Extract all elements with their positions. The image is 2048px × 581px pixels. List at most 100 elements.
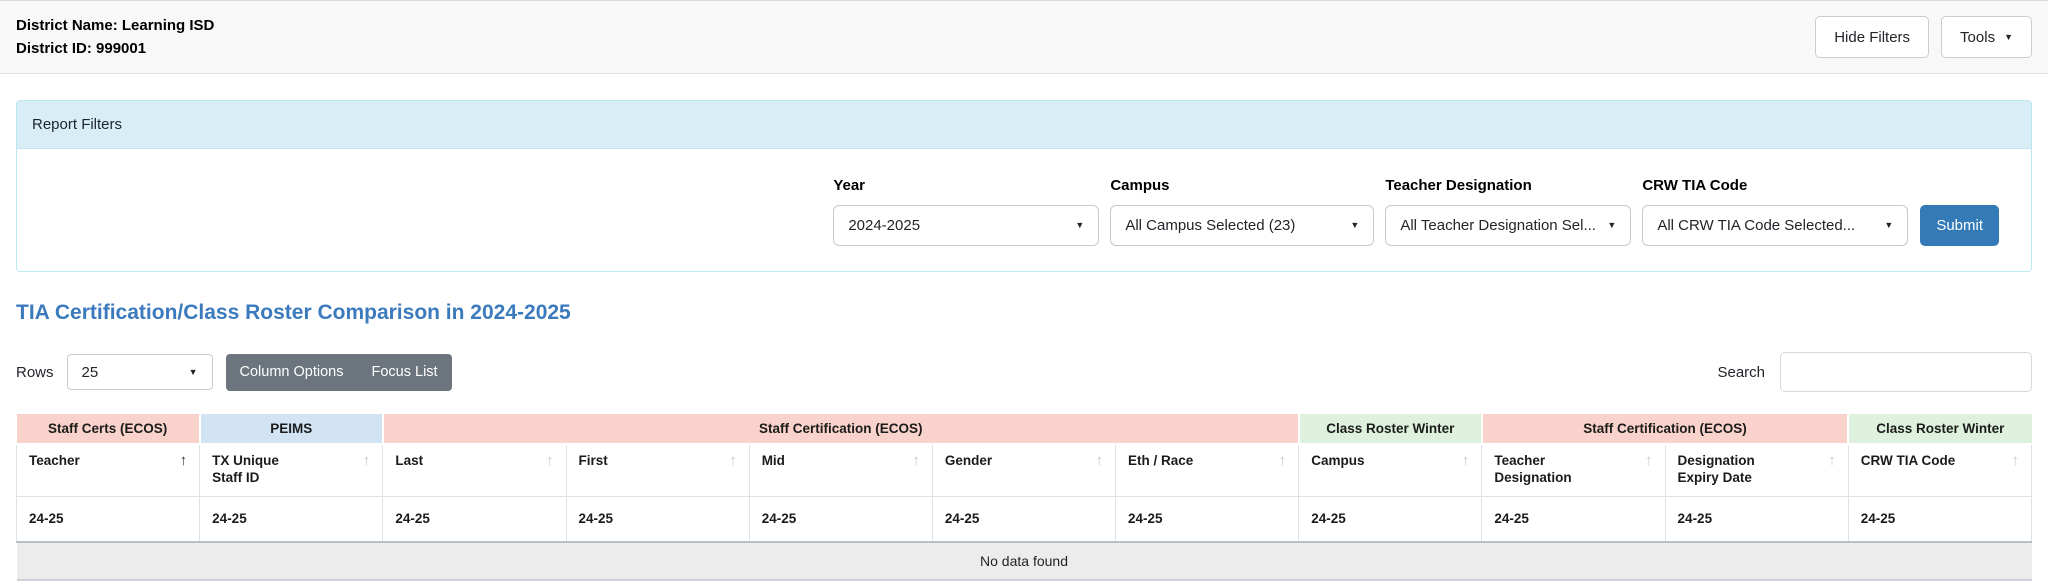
year-filter-group: Year 2024-2025 ▼: [833, 177, 1100, 246]
focus-list-button[interactable]: Focus List: [357, 354, 451, 391]
comparison-table: Staff Certs (ECOS) PEIMS Staff Certificati…: [15, 414, 2033, 581]
column-label: CRW TIA Code: [1860, 453, 1956, 468]
report-title: TIA Certification/Class Roster Compariso…: [16, 301, 571, 324]
year-filter-cell-teacher-designation: 24-25: [1481, 496, 1666, 542]
main-content: Report Filters Year 2024-2025 ▼ Campus All C…: [0, 100, 2048, 581]
toolbar-right: Search: [1717, 352, 2032, 392]
column-label: Designation Expiry Date: [1677, 453, 1755, 485]
campus-selected-value: All Campus Selected (23): [1125, 217, 1296, 234]
year-filter-cell-first: 24-25: [566, 496, 750, 542]
group-header-row: Staff Certs (ECOS) PEIMS Staff Certificati…: [16, 414, 2032, 445]
district-id: District ID: 999001: [16, 40, 147, 57]
column-label: Teacher: [29, 453, 80, 468]
year-select[interactable]: 2024-2025 ▼: [833, 205, 1100, 246]
column-label: Campus: [1311, 453, 1365, 468]
district-name: District Name: Learning ISD: [16, 17, 215, 34]
group-header-staff-certification-ecos: Staff Certification (ECOS): [381, 414, 1299, 445]
year-filter-cell-campus: 24-25: [1298, 496, 1483, 542]
group-header-staff-certification-ecos: Staff Certification (ECOS): [1480, 414, 1849, 445]
column-header-campus[interactable]: Campus ↑: [1298, 444, 1483, 497]
sort-ascending-icon: ↑: [362, 452, 371, 469]
group-header-staff-certs-ecos: Staff Certs (ECOS): [16, 414, 200, 445]
crw-tia-code-selected-value: All CRW TIA Code Selected...: [1657, 217, 1856, 234]
rows-per-page-select[interactable]: 25 ▼: [66, 354, 213, 390]
sort-ascending-icon: ↑: [1645, 452, 1653, 469]
year-filter-cell-designation-expiry-date: 24-25: [1665, 496, 1849, 542]
year-filter-cell-eth-race: 24-25: [1115, 496, 1300, 542]
table-actions-group: Column Options Focus List: [225, 353, 452, 391]
column-label: Last: [395, 453, 424, 468]
rows-per-page-value: 25: [81, 363, 99, 381]
no-data-message: No data found: [16, 541, 2032, 581]
crw-tia-code-filter-group: CRW TIA Code All CRW TIA Code Selected...…: [1642, 177, 1909, 246]
sort-ascending-icon: ↑: [179, 452, 188, 469]
caret-down-icon: ▼: [188, 366, 198, 377]
sort-ascending-icon: ↑: [1828, 452, 1836, 469]
column-header-teacher-designation[interactable]: Teacher Designation ↑: [1481, 444, 1666, 497]
column-label: First: [578, 453, 608, 468]
teacher-designation-select[interactable]: All Teacher Designation Sel... ▼: [1385, 205, 1632, 246]
table-toolbar: Rows 25 ▼ Column Options Focus List Sear…: [16, 352, 2032, 392]
sort-ascending-icon: ↑: [2011, 452, 2020, 469]
filter-groups: Year 2024-2025 ▼ Campus All Campus Selected …: [833, 177, 1909, 246]
rows-label: Rows: [16, 363, 54, 381]
column-label: Eth / Race: [1128, 453, 1194, 468]
caret-down-icon: ▼: [1607, 220, 1617, 230]
tools-button[interactable]: Tools ▼: [1941, 16, 2032, 58]
column-header-gender[interactable]: Gender ↑: [932, 444, 1117, 497]
year-filter-cell-mid: 24-25: [749, 496, 933, 542]
campus-select[interactable]: All Campus Selected (23) ▼: [1110, 205, 1375, 246]
toolbar-left: Rows 25 ▼ Column Options Focus List: [16, 353, 452, 391]
teacher-designation-label: Teacher Designation: [1385, 177, 1532, 194]
year-label: Year: [833, 177, 866, 194]
app-header: District Name: Learning ISD District ID:…: [0, 0, 2048, 74]
caret-down-icon: ▼: [1350, 220, 1360, 230]
group-header-class-roster-winter: Class Roster Winter: [1297, 414, 1482, 445]
year-filter-cell-crw-tia-code: 24-25: [1848, 496, 2033, 542]
column-header-eth-race[interactable]: Eth / Race ↑: [1115, 444, 1300, 497]
campus-filter-group: Campus All Campus Selected (23) ▼: [1110, 177, 1375, 246]
year-filter-cell-last: 24-25: [382, 496, 567, 542]
sort-ascending-icon: ↑: [546, 452, 554, 469]
column-label: Mid: [761, 453, 785, 468]
sort-ascending-icon: ↑: [1095, 452, 1104, 469]
tools-button-label: Tools: [1960, 28, 1996, 46]
year-filter-cell-teacher: 24-25: [15, 496, 201, 542]
teacher-designation-selected-value: All Teacher Designation Sel...: [1400, 217, 1596, 234]
caret-down-icon: ▼: [2004, 31, 2013, 42]
hide-filters-button[interactable]: Hide Filters: [1815, 16, 1930, 58]
crw-tia-code-select[interactable]: All CRW TIA Code Selected... ▼: [1642, 205, 1909, 246]
column-header-last[interactable]: Last ↑: [382, 444, 567, 497]
year-selected-value: 2024-2025: [848, 217, 921, 234]
report-filters-header: Report Filters: [17, 101, 2031, 149]
caret-down-icon: ▼: [1075, 220, 1085, 230]
report-filters-panel: Report Filters Year 2024-2025 ▼ Campus All C…: [16, 100, 2032, 272]
group-header-peims: PEIMS: [198, 414, 383, 445]
column-header-first[interactable]: First ↑: [566, 444, 750, 497]
year-filter-cell-tx-unique-staff-id: 24-25: [199, 496, 384, 542]
group-header-class-roster-winter: Class Roster Winter: [1847, 414, 2032, 445]
empty-row: No data found: [16, 541, 2032, 581]
column-label: Gender: [944, 453, 993, 468]
column-label: Teacher Designation: [1494, 453, 1572, 485]
submit-button[interactable]: Submit: [1920, 205, 1999, 246]
district-info: District Name: Learning ISD District ID:…: [16, 14, 214, 60]
column-header-row: Teacher ↑ TX Unique Staff ID ↑ Last ↑ First ↑ Mi…: [15, 444, 2033, 497]
column-options-button[interactable]: Column Options: [226, 354, 358, 391]
year-filter-cell-gender: 24-25: [932, 496, 1117, 542]
report-filters-body: Year 2024-2025 ▼ Campus All Campus Selected …: [17, 149, 2031, 271]
sort-ascending-icon: ↑: [729, 452, 737, 469]
column-label: TX Unique Staff ID: [212, 453, 279, 485]
column-header-tx-unique-staff-id[interactable]: TX Unique Staff ID ↑: [199, 444, 384, 497]
campus-label: Campus: [1110, 177, 1170, 194]
header-actions: Hide Filters Tools ▼: [1815, 16, 2032, 58]
sort-ascending-icon: ↑: [1461, 452, 1470, 469]
column-header-teacher[interactable]: Teacher ↑: [15, 444, 201, 497]
column-header-crw-tia-code[interactable]: CRW TIA Code ↑: [1848, 444, 2033, 497]
search-input[interactable]: [1780, 352, 2032, 392]
column-header-designation-expiry-date[interactable]: Designation Expiry Date ↑: [1665, 444, 1849, 497]
year-filter-row: 24-25 24-25 24-25 24-25 24-25 24-25 24-25 24-25…: [15, 496, 2033, 542]
column-header-mid[interactable]: Mid ↑: [749, 444, 933, 497]
teacher-designation-filter-group: Teacher Designation All Teacher Designati…: [1385, 177, 1632, 246]
search-label: Search: [1717, 363, 1765, 381]
